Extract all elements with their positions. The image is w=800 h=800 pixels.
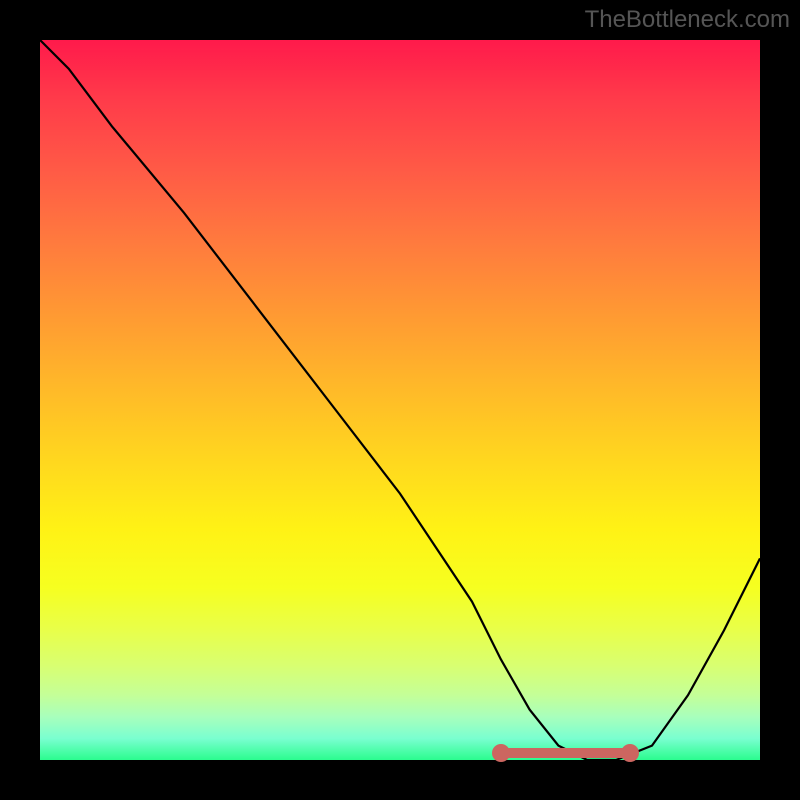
plot-area [40, 40, 760, 760]
optimal-range-bar [501, 748, 631, 758]
bottleneck-curve [40, 40, 760, 760]
curve-path [40, 40, 760, 760]
chart-frame: TheBottleneck.com [0, 0, 800, 800]
watermark-text: TheBottleneck.com [585, 6, 790, 34]
optimal-range-start-icon [492, 744, 510, 762]
optimal-range-end-icon [621, 744, 639, 762]
